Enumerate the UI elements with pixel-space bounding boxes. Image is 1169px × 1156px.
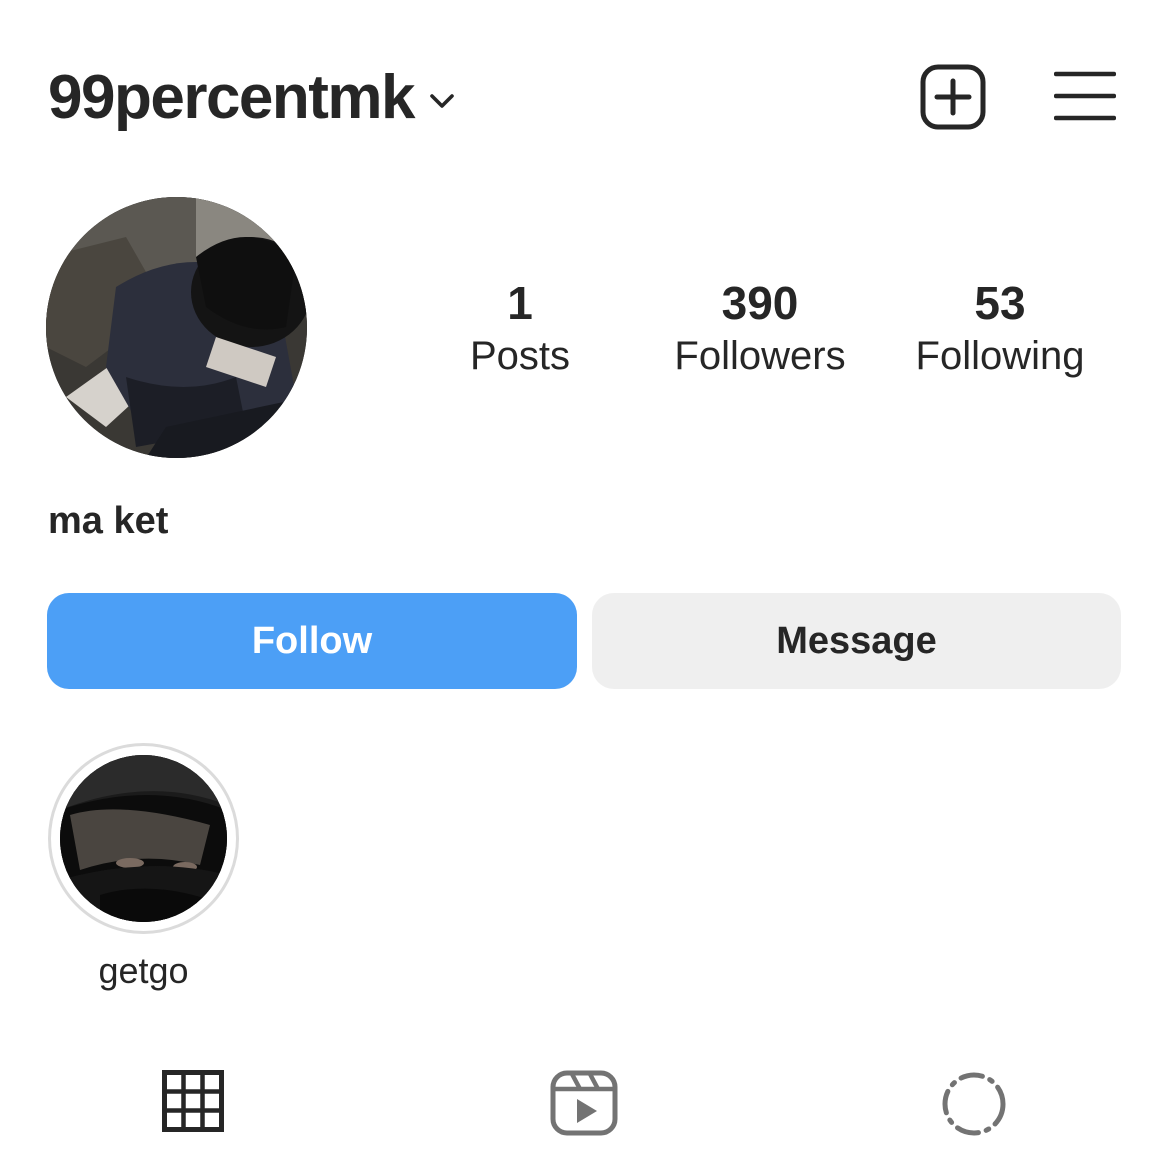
profile-avatar[interactable] bbox=[46, 197, 307, 458]
posts-value: 1 bbox=[507, 277, 533, 329]
follow-button[interactable]: Follow bbox=[47, 593, 577, 689]
followers-count[interactable]: 390 Followers bbox=[660, 276, 860, 382]
following-value: 53 bbox=[974, 277, 1026, 329]
tagged-icon[interactable] bbox=[940, 1070, 1008, 1138]
full-name: ma ket bbox=[48, 500, 169, 542]
followers-value: 390 bbox=[721, 277, 799, 329]
posts-label: Posts bbox=[469, 334, 571, 378]
avatar-photo bbox=[46, 197, 307, 458]
profile-page: 99percentmk 1 Posts 390 Followers 53 Fol… bbox=[0, 0, 1169, 1156]
new-post-icon[interactable] bbox=[920, 64, 986, 130]
grid-icon[interactable] bbox=[162, 1070, 224, 1132]
highlight-photo bbox=[60, 755, 227, 922]
following-label: Following bbox=[915, 334, 1085, 378]
username-switcher[interactable]: 99percentmk bbox=[48, 60, 458, 136]
message-button[interactable]: Message bbox=[592, 593, 1121, 689]
posts-count[interactable]: 1 Posts bbox=[440, 276, 600, 382]
highlight-cover[interactable] bbox=[60, 755, 227, 922]
chevron-down-icon bbox=[430, 94, 454, 108]
following-count[interactable]: 53 Following bbox=[900, 276, 1100, 382]
reels-icon[interactable] bbox=[550, 1070, 618, 1136]
username: 99percentmk bbox=[48, 63, 416, 132]
highlight-label: getgo bbox=[98, 950, 189, 991]
followers-label: Followers bbox=[674, 334, 846, 378]
hamburger-menu-icon[interactable] bbox=[1054, 70, 1116, 122]
